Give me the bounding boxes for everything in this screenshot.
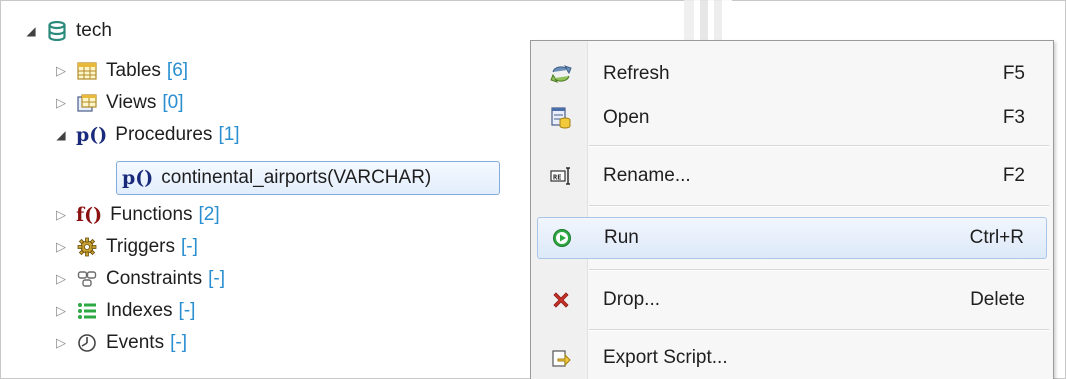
background-scroll-ghost bbox=[684, 0, 732, 40]
views-icon bbox=[76, 92, 98, 114]
tree-node-label: Views bbox=[106, 92, 157, 113]
expanded-arrow-icon[interactable]: ◢ bbox=[22, 24, 40, 38]
tree-node-events[interactable]: ▷ Events [-] bbox=[52, 328, 187, 358]
tree-node-views[interactable]: ▷ Views [0] bbox=[52, 88, 183, 118]
menu-separator bbox=[589, 269, 1049, 271]
tree-node-count: [-] bbox=[208, 268, 225, 289]
tree-node-count: [-] bbox=[180, 236, 198, 257]
open-icon bbox=[543, 103, 579, 133]
chain-link-icon bbox=[76, 268, 98, 290]
tree-node-triggers[interactable]: ▷ Triggers [-] bbox=[52, 232, 198, 262]
tree-node-count: [-] bbox=[170, 332, 187, 353]
menu-separator bbox=[589, 205, 1049, 207]
tables-icon bbox=[76, 60, 98, 82]
drop-icon bbox=[543, 285, 579, 315]
collapsed-arrow-icon[interactable]: ▷ bbox=[52, 207, 70, 223]
procedure-icon: p() bbox=[76, 124, 108, 146]
expanded-arrow-icon[interactable]: ◢ bbox=[52, 128, 70, 142]
tree-node-count: [-] bbox=[178, 300, 196, 321]
tree-node-count: [2] bbox=[198, 204, 220, 225]
collapsed-arrow-icon[interactable]: ▷ bbox=[52, 303, 70, 319]
menu-item-shortcut: F2 bbox=[1002, 165, 1025, 186]
tree-node-count: [0] bbox=[162, 92, 184, 113]
menu-item-shortcut: F5 bbox=[1002, 63, 1025, 84]
tree-node-continental-airports[interactable]: p() continental_airports(VARCHAR) bbox=[122, 163, 431, 193]
tree-node-indexes[interactable]: ▷ Indexes [-] bbox=[52, 296, 195, 326]
tree-node-tech[interactable]: ◢ tech bbox=[22, 16, 112, 46]
menu-item-drop[interactable]: Drop... Delete bbox=[537, 279, 1047, 321]
menu-item-label: Export Script... bbox=[603, 347, 728, 368]
collapsed-arrow-icon[interactable]: ▷ bbox=[52, 63, 70, 79]
context-menu: Refresh F5 Open F3 RE Rename... F2 Run C… bbox=[530, 40, 1054, 379]
export-script-icon bbox=[543, 343, 579, 373]
tree-node-functions[interactable]: ▷ f() Functions [2] bbox=[52, 200, 220, 230]
menu-item-shortcut: Delete bbox=[970, 289, 1025, 310]
collapsed-arrow-icon[interactable]: ▷ bbox=[52, 271, 70, 287]
menu-item-rename[interactable]: RE Rename... F2 bbox=[537, 155, 1047, 197]
menu-separator bbox=[589, 329, 1049, 331]
menu-item-refresh[interactable]: Refresh F5 bbox=[537, 53, 1047, 95]
collapsed-arrow-icon[interactable]: ▷ bbox=[52, 95, 70, 111]
collapsed-arrow-icon[interactable]: ▷ bbox=[52, 239, 70, 255]
refresh-icon bbox=[543, 59, 579, 89]
menu-item-label: Open bbox=[603, 107, 650, 128]
tree-node-count: [1] bbox=[218, 124, 240, 145]
tree-node-constraints[interactable]: ▷ Constraints [-] bbox=[52, 264, 225, 294]
menu-item-label: Run bbox=[604, 227, 639, 248]
menu-item-shortcut: Ctrl+R bbox=[969, 227, 1024, 248]
function-icon: f() bbox=[76, 204, 103, 226]
tree-node-label: tech bbox=[76, 20, 112, 41]
gear-icon bbox=[76, 236, 98, 258]
run-icon bbox=[544, 223, 580, 253]
database-icon bbox=[46, 20, 68, 42]
menu-item-shortcut: F3 bbox=[1002, 107, 1025, 128]
tree-node-label: Functions bbox=[110, 204, 193, 225]
menu-item-run[interactable]: Run Ctrl+R bbox=[537, 217, 1047, 259]
procedure-icon: p() bbox=[122, 167, 154, 189]
menu-item-label: Drop... bbox=[603, 289, 661, 310]
tree-node-tables[interactable]: ▷ Tables [6] bbox=[52, 56, 188, 86]
menu-item-label: Rename... bbox=[603, 165, 691, 186]
menu-item-label: Refresh bbox=[603, 63, 670, 84]
tree-node-procedures[interactable]: ◢ p() Procedures [1] bbox=[52, 120, 240, 150]
tree-node-label: Procedures bbox=[115, 124, 213, 145]
tree-node-label: Constraints bbox=[106, 268, 203, 289]
list-index-icon bbox=[76, 300, 98, 322]
clock-icon bbox=[76, 332, 98, 354]
menu-item-export-script[interactable]: Export Script... bbox=[537, 337, 1047, 379]
collapsed-arrow-icon[interactable]: ▷ bbox=[52, 335, 70, 351]
rename-icon: RE bbox=[543, 161, 579, 191]
svg-text:RE: RE bbox=[553, 174, 561, 182]
tree-node-count: [6] bbox=[166, 60, 189, 81]
tree-node-label: Events bbox=[106, 332, 165, 353]
tree-node-label: continental_airports(VARCHAR) bbox=[161, 167, 432, 188]
tree-node-label: Tables bbox=[106, 60, 161, 81]
tree-node-label: Indexes bbox=[106, 300, 173, 321]
menu-separator bbox=[589, 145, 1049, 147]
menu-item-open[interactable]: Open F3 bbox=[537, 97, 1047, 139]
tree-node-label: Triggers bbox=[106, 236, 175, 257]
